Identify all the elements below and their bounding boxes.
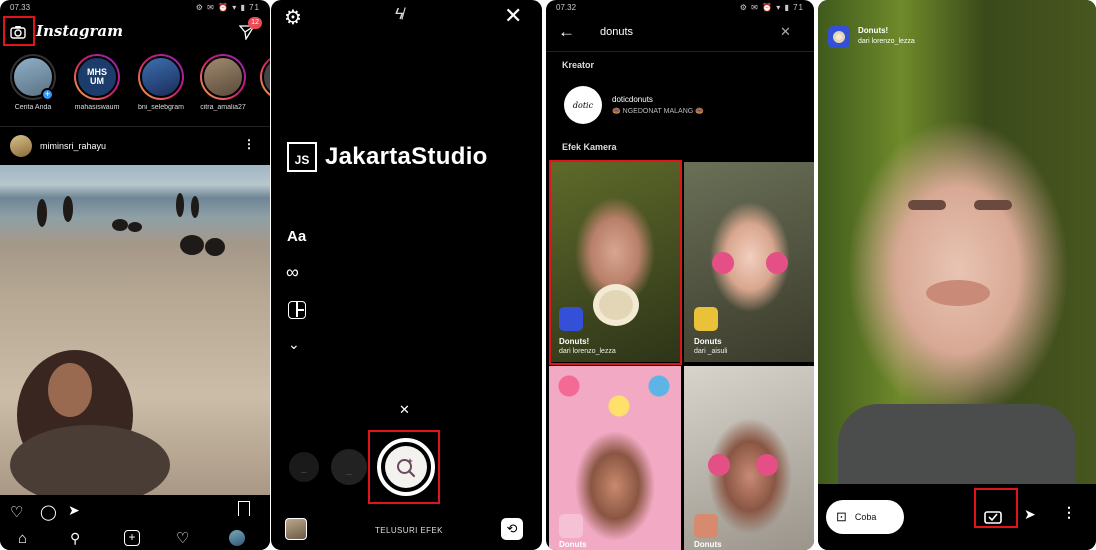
creator-name[interactable]: doticdonuts — [612, 95, 653, 104]
avatar — [202, 56, 244, 98]
watermark-text: JakartaStudio — [325, 143, 488, 170]
section-effects-title: Efek Kamera — [562, 142, 617, 152]
effect-tile[interactable]: Donuts dari _aisuli — [684, 162, 814, 362]
status-bar: 07.32 ⚙ ✉ ⏰ ▾ ▮ 71 — [546, 0, 814, 16]
story-item-self[interactable]: + Cerita Anda — [8, 54, 58, 111]
creator-subtitle: 🍩 NGEDONAT MALANG 🍩 — [612, 108, 704, 115]
add-post-icon[interactable]: + — [124, 530, 140, 546]
story-name: mahasiswaum — [74, 104, 120, 111]
like-icon[interactable]: ♡ — [10, 503, 23, 521]
search-icon[interactable]: ⚲ — [70, 530, 80, 547]
flip-camera-icon[interactable]: ⟲ — [501, 518, 523, 540]
effect-title[interactable]: Donuts! — [858, 26, 888, 35]
effect-author: dari _aisuli — [694, 348, 728, 355]
profile-avatar[interactable] — [229, 530, 245, 546]
status-bar: 07.33 ⚙ ✉ ⏰ ▾ ▮ 71 — [0, 0, 270, 16]
face-mouth — [926, 280, 990, 306]
donut-graphic — [756, 454, 778, 476]
back-arrow-icon[interactable]: ← — [558, 22, 575, 42]
bookmark-icon[interactable] — [238, 501, 250, 516]
post-avatar[interactable] — [10, 135, 32, 157]
section-creator-title: Kreator — [562, 60, 595, 70]
effect-search-screen: 07.32 ⚙ ✉ ⏰ ▾ ▮ 71 ← donuts ✕ Kreator do… — [546, 0, 814, 550]
effect-name: Donuts — [694, 337, 722, 346]
post-image[interactable] — [0, 165, 270, 495]
flash-off-icon[interactable]: ϟ̸ — [395, 6, 403, 24]
story-item[interactable]: citra_amalia27 — [198, 54, 248, 111]
divider — [0, 126, 270, 127]
browse-effects-highlight-box — [368, 430, 440, 504]
effect-thumbnail — [559, 514, 583, 538]
instagram-logo: Instagram — [36, 22, 123, 40]
camera-screen: ⚙ ϟ̸ ✕ JS JakartaStudio Aa ∞ ⌄ ✕ ... ...… — [271, 0, 542, 550]
try-effect-button[interactable]: ⊡ Coba — [826, 500, 904, 534]
gallery-thumbnail[interactable] — [285, 518, 307, 540]
effect-thumbnail — [694, 514, 718, 538]
status-time: 07.32 — [556, 3, 577, 12]
avatar: MHS UM — [76, 56, 118, 98]
effect-name: Donuts — [559, 540, 587, 549]
story-item[interactable]: bni_selebgram — [136, 54, 186, 111]
effect-icon[interactable] — [828, 26, 850, 48]
share-icon[interactable]: ➤ — [1024, 506, 1036, 523]
shirt — [838, 404, 1076, 484]
effect-author[interactable]: dari lorenzo_lezza — [858, 38, 915, 45]
home-icon[interactable]: ⌂ — [18, 530, 27, 547]
creator-avatar[interactable]: dotic — [564, 86, 602, 124]
story-item[interactable]: MHS UM mahasiswaum — [72, 54, 122, 111]
effect-option[interactable]: ... — [331, 449, 367, 485]
effect-highlight-box — [549, 160, 682, 365]
effect-name: Donuts — [694, 540, 722, 549]
search-bar: ← donuts ✕ — [546, 16, 814, 52]
face-eye — [908, 200, 946, 210]
close-icon[interactable]: ✕ — [504, 3, 522, 29]
story-name: bni_selebgram — [138, 104, 184, 111]
browse-effects-label[interactable]: TELUSURI EFEK — [375, 526, 443, 535]
effect-tile[interactable]: Donuts — [684, 366, 814, 550]
more-options-icon[interactable]: ⋮ — [243, 137, 255, 151]
story-item-partial[interactable] — [258, 54, 270, 100]
camera-add-icon: ⊡ — [836, 509, 847, 524]
instagram-feed-screen: 07.33 ⚙ ✉ ⏰ ▾ ▮ 71 Instagram 12 + Cerita… — [0, 0, 270, 550]
settings-gear-icon[interactable]: ⚙ — [284, 5, 302, 30]
status-icons: ⚙ ✉ ⏰ ▾ ▮ 71 — [195, 3, 260, 12]
close-effects-icon[interactable]: ✕ — [399, 402, 410, 418]
bottom-bar: ⊡ Coba ➤ ⋮ — [818, 484, 1096, 550]
chevron-down-icon[interactable]: ⌄ — [288, 336, 300, 353]
status-time: 07.33 — [10, 3, 31, 12]
donut-graphic — [712, 252, 734, 274]
boomerang-icon[interactable]: ∞ — [286, 262, 299, 283]
dm-badge: 12 — [248, 17, 262, 29]
post-username[interactable]: miminsri_rahayu — [40, 141, 106, 151]
try-effect-label: Coba — [854, 512, 877, 522]
add-story-icon[interactable]: + — [41, 88, 54, 101]
activity-icon[interactable]: ♡ — [176, 529, 189, 547]
comment-icon[interactable]: ◯ — [40, 503, 57, 521]
story-name: Cerita Anda — [14, 104, 52, 111]
clear-search-icon[interactable]: ✕ — [780, 24, 791, 40]
search-input[interactable]: donuts — [600, 26, 633, 38]
face-eye — [974, 200, 1012, 210]
effect-option[interactable]: ... — [289, 452, 319, 482]
text-mode-button[interactable]: Aa — [287, 228, 306, 245]
story-name: citra_amalia27 — [200, 104, 246, 111]
layout-icon[interactable] — [288, 301, 306, 319]
camera-highlight-box — [3, 16, 35, 46]
donut-graphic — [708, 454, 730, 476]
effect-preview-screen: Donuts! dari lorenzo_lezza ⊡ Coba ➤ ⋮ — [818, 0, 1096, 550]
effect-tile[interactable]: Donuts — [549, 366, 681, 550]
avatar — [262, 56, 270, 98]
status-icons: ⚙ ✉ ⏰ ▾ ▮ 71 — [739, 3, 804, 12]
bottom-nav: ⌂ ⚲ + ♡ — [0, 526, 270, 550]
more-options-icon[interactable]: ⋮ — [1062, 504, 1076, 521]
donut-graphic — [766, 252, 788, 274]
save-effect-highlight-box — [974, 488, 1018, 528]
share-icon[interactable]: ➤ — [68, 502, 80, 519]
avatar — [140, 56, 182, 98]
watermark-logo: JS — [287, 142, 317, 172]
effect-thumbnail — [694, 307, 718, 331]
